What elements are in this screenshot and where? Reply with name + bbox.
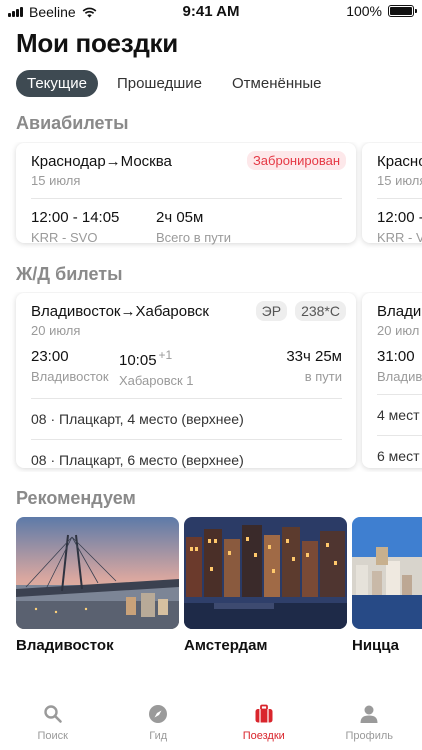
status-bar: Beeline 9:41 AM 100% [0,0,422,22]
flight-airports: KRR - SVO [31,230,98,245]
flight-airports: KRR - V [377,230,422,245]
battery-percent: 100% [346,3,382,19]
departure-city: Владивосток [31,369,109,384]
arrival-day-offset: +1 [158,348,173,362]
tabbar-guide[interactable]: Гид [106,698,212,750]
compass-icon [149,705,168,723]
flight-date: 15 июля [31,173,81,188]
train-card[interactable]: Владивосток→Хабаровск 20 июля ЭР 238*С 2… [16,293,356,468]
recommended-item[interactable]: Амстердам [184,517,347,654]
seat-info: 08 · Плацкарт, 6 место (верхнее) [31,452,244,468]
tabbar-trips[interactable]: Поездки [211,698,317,750]
arrival-time: 10:05 +1 [119,348,173,369]
flight-card[interactable]: Краснодар→Москва 15 июля Забронирован 12… [16,143,356,245]
recommended-carousel[interactable]: Владивосток Амстердам Ницца [0,517,422,654]
train-date: 20 июля [31,323,81,338]
departure-time: 31:00 [377,348,415,365]
status-badge: Забронирован [246,151,346,170]
tabbar-profile[interactable]: Профиль [317,698,422,750]
recommended-city: Ницца [352,637,400,654]
tabbar-search-label: Поиск [37,730,68,742]
recommended-item[interactable]: Ницца [352,517,422,654]
flight-time-range: 12:00 - [377,209,422,226]
battery-icon [388,5,417,17]
flights-section-title: Авиабилеты [16,113,129,133]
tab-cancelled[interactable]: Отменённые [221,70,333,97]
bottom-tab-bar: Поиск Гид Поездки Профиль [0,698,422,750]
flights-carousel[interactable]: Краснодар→Москва 15 июля Забронирован 12… [0,142,422,250]
recommended-city: Амстердам [184,637,268,654]
tabbar-trips-label: Поездки [242,730,285,742]
search-icon [44,705,62,723]
seat-info: 6 мест [377,448,420,464]
trains-section-title: Ж/Д билеты [16,264,123,284]
tab-past[interactable]: Прошедшие [106,70,213,97]
tabbar-search[interactable]: Поиск [0,698,106,750]
flight-duration-label: Всего в пути [156,230,231,245]
train-card[interactable]: Влади 20 июл 31:00 Владиво 4 мест 6 мест [362,293,422,468]
page-title: Мои поездки [16,28,178,58]
train-date: 20 июл [377,323,420,338]
flight-time-range: 12:00 - 14:05 [31,209,120,226]
departure-city: Владиво [377,369,422,384]
train-duration: 33ч 25м [286,348,342,365]
seat-info: 08 · Плацкарт, 4 место (верхнее) [31,411,244,427]
flight-duration: 2ч 05м [156,209,204,226]
tabbar-profile-label: Профиль [345,730,394,742]
train-type-badge: ЭР [255,301,288,321]
train-number-badge: 238*С [295,301,346,321]
flight-card[interactable]: Красно 15 июля 12:00 - KRR - V [362,143,422,245]
canal-houses-photo [184,517,347,629]
recommended-city: Владивосток [16,637,114,654]
recommended-item[interactable]: Владивосток [16,517,179,654]
tab-current[interactable]: Текущие [16,70,98,97]
recommended-section-title: Рекомендуем [16,488,136,508]
flight-route: Красно [377,153,422,170]
arrival-city: Хабаровск 1 [119,373,194,388]
coastal-town-photo [352,517,422,629]
trains-carousel[interactable]: Владивосток→Хабаровск 20 июля ЭР 238*С 2… [0,292,422,472]
train-duration-label: в пути [304,369,342,384]
trip-tabs: Текущие Прошедшие Отменённые [16,70,333,97]
flight-date: 15 июля [377,173,422,188]
bridge-photo [16,517,179,629]
tabbar-guide-label: Гид [149,730,168,742]
person-icon [360,705,378,723]
departure-time: 23:00 [31,348,69,365]
suitcase-icon [255,704,273,723]
seat-info: 4 мест [377,407,420,423]
train-route: Влади [377,303,422,320]
